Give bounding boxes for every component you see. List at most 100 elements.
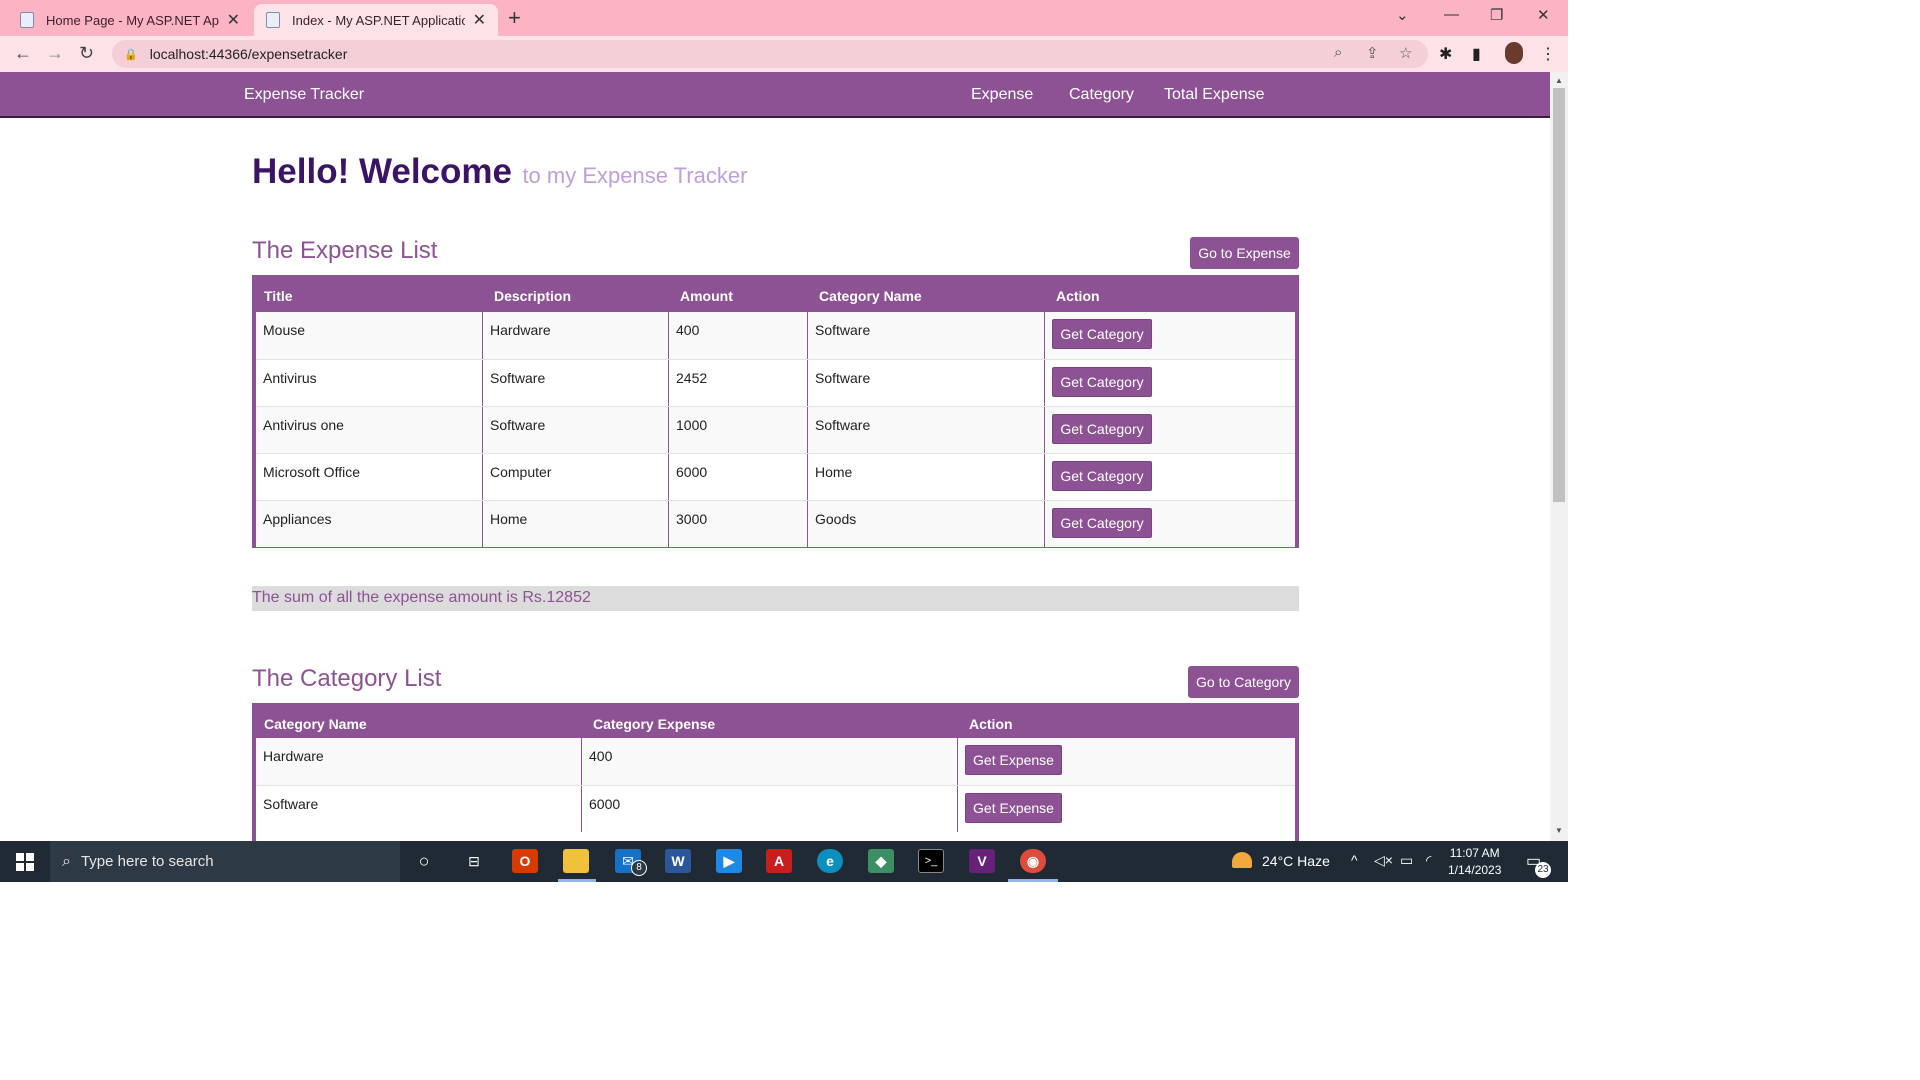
cortana-icon[interactable]: ○ (411, 849, 437, 873)
welcome-heading: Hello! Welcome to my Expense Tracker (252, 152, 747, 192)
nav-link-category[interactable]: Category (1069, 86, 1134, 104)
category-list-title: The Category List (252, 665, 442, 692)
share-icon[interactable]: ⇪ (1366, 44, 1379, 62)
get-category-button[interactable]: Get Category (1052, 461, 1152, 491)
chrome-icon[interactable]: ◉ (1020, 849, 1046, 873)
back-icon[interactable]: ← (14, 43, 32, 64)
volume-muted-icon[interactable]: ◁× (1374, 852, 1393, 869)
battery-icon[interactable]: ▭ (1400, 852, 1413, 869)
word-icon[interactable]: W (665, 849, 691, 873)
browser-tab-index[interactable]: Index - My ASP.NET Application ✕ (254, 4, 498, 36)
terminal-icon[interactable]: >_ (918, 849, 944, 873)
nav-link-total-expense[interactable]: Total Expense (1164, 86, 1265, 104)
browser-tab-home[interactable]: Home Page - My ASP.NET Applic ✕ (8, 4, 252, 36)
clock-date: 1/14/2023 (1448, 863, 1502, 877)
cell-amount: 400 (669, 312, 808, 359)
scroll-up-arrow-icon[interactable]: ▲ (1555, 76, 1563, 85)
browser-tab-strip: Home Page - My ASP.NET Applic ✕ Index - … (0, 0, 1568, 36)
get-category-button[interactable]: Get Category (1052, 508, 1152, 538)
show-hidden-icons-chevron-icon[interactable]: ^ (1351, 852, 1358, 868)
extensions-puzzle-icon[interactable]: ✱ (1439, 44, 1452, 64)
cell-title: Appliances (256, 501, 483, 547)
get-category-button[interactable]: Get Category (1052, 367, 1152, 397)
tab-search-chevron-icon[interactable]: ⌄ (1396, 6, 1409, 24)
minimize-icon[interactable]: — (1444, 6, 1459, 23)
column-header-action: Action (969, 716, 1013, 732)
cell-category-name: Hardware (256, 738, 582, 785)
table-row: Antivirus Software 2452 Software Get Cat… (256, 359, 1295, 406)
media-player-icon[interactable]: ▶ (716, 849, 742, 873)
edge-icon[interactable]: e (817, 849, 843, 873)
reload-icon[interactable]: ↻ (79, 43, 94, 64)
address-bar[interactable]: 🔒 localhost:44366/expensetracker (112, 40, 1428, 68)
get-expense-button[interactable]: Get Expense (965, 793, 1062, 823)
get-category-button[interactable]: Get Category (1052, 319, 1152, 349)
welcome-title: Hello! Welcome (252, 152, 512, 191)
forward-icon[interactable]: → (46, 43, 64, 64)
cell-description: Hardware (483, 312, 669, 359)
active-app-indicator (558, 879, 596, 882)
taskbar-search-box[interactable]: ⌕ Type here to search (50, 841, 400, 882)
tab-title: Index - My ASP.NET Application (292, 12, 465, 28)
taskbar-clock[interactable]: 11:07 AM 1/14/2023 (1448, 845, 1501, 879)
get-category-button[interactable]: Get Category (1052, 414, 1152, 444)
category-table: Category Name Category Expense Action Ha… (252, 703, 1299, 843)
active-app-indicator (1008, 879, 1058, 882)
cell-action: Get Category (1045, 312, 1295, 359)
get-expense-button[interactable]: Get Expense (965, 745, 1062, 775)
restore-icon[interactable]: ❐ (1490, 6, 1503, 24)
cell-category-name: Goods (808, 501, 1045, 547)
tab-title: Home Page - My ASP.NET Applic (46, 12, 219, 28)
wifi-icon[interactable]: ◜ (1426, 852, 1431, 869)
cell-title: Antivirus one (256, 407, 483, 453)
cell-amount: 3000 (669, 501, 808, 547)
more-menu-icon[interactable]: ⋮ (1540, 44, 1556, 64)
close-window-icon[interactable]: ✕ (1537, 6, 1550, 24)
page-scrollbar[interactable]: ▲ ▼ (1550, 72, 1568, 841)
nav-link-expense[interactable]: Expense (971, 86, 1033, 104)
cell-description: Software (483, 407, 669, 453)
file-explorer-icon[interactable] (563, 849, 589, 873)
windows-start-icon[interactable] (16, 853, 34, 871)
cell-category-name: Software (808, 312, 1045, 359)
side-panel-icon[interactable]: ▮ (1472, 44, 1481, 64)
scroll-down-arrow-icon[interactable]: ▼ (1555, 826, 1563, 835)
table-row: Antivirus one Software 1000 Software Get… (256, 406, 1295, 453)
acrobat-icon[interactable]: A (766, 849, 792, 873)
windows-taskbar: ⌕ Type here to search ○ ⊟ O ✉ 8 W ▶ A e … (0, 841, 1568, 882)
column-header-category-name: Category Name (819, 288, 922, 304)
new-tab-icon[interactable]: + (508, 5, 521, 31)
column-header-amount: Amount (680, 288, 733, 304)
zoom-icon[interactable]: ⌕ (1334, 44, 1342, 61)
go-to-category-button[interactable]: Go to Category (1188, 666, 1299, 698)
office-app-icon[interactable]: O (512, 849, 538, 873)
cell-action: Get Category (1045, 360, 1295, 406)
bookmark-star-icon[interactable]: ☆ (1399, 44, 1412, 62)
lock-icon: 🔒 (124, 48, 138, 61)
search-icon: ⌕ (62, 852, 71, 870)
weather-widget[interactable]: 24°C Haze (1232, 852, 1330, 869)
site-navbar: Expense Tracker Expense Category Total E… (0, 72, 1550, 118)
git-icon[interactable]: ◆ (868, 849, 894, 873)
go-to-expense-button[interactable]: Go to Expense (1190, 237, 1299, 269)
column-header-category-name: Category Name (264, 716, 367, 732)
profile-avatar[interactable] (1505, 42, 1523, 64)
expense-sum-text: The sum of all the expense amount is Rs.… (252, 586, 1299, 611)
cell-amount: 2452 (669, 360, 808, 406)
table-row: Software 6000 Get Expense (256, 785, 1295, 832)
brand-link[interactable]: Expense Tracker (244, 86, 364, 104)
column-header-title: Title (264, 288, 293, 304)
cell-amount: 1000 (669, 407, 808, 453)
address-url: localhost:44366/expensetracker (149, 46, 348, 62)
close-tab-icon[interactable]: ✕ (473, 10, 486, 30)
cell-category-name: Software (808, 360, 1045, 406)
visual-studio-icon[interactable]: V (969, 849, 995, 873)
cell-action: Get Expense (958, 786, 1295, 832)
close-tab-icon[interactable]: ✕ (227, 10, 240, 30)
cell-amount: 6000 (669, 454, 808, 500)
table-row: Hardware 400 Get Expense (256, 738, 1295, 785)
scroll-thumb[interactable] (1553, 88, 1565, 502)
table-row: Mouse Hardware 400 Software Get Category (256, 312, 1295, 359)
task-view-icon[interactable]: ⊟ (461, 849, 487, 873)
notification-count-badge: 23 (1535, 862, 1551, 878)
